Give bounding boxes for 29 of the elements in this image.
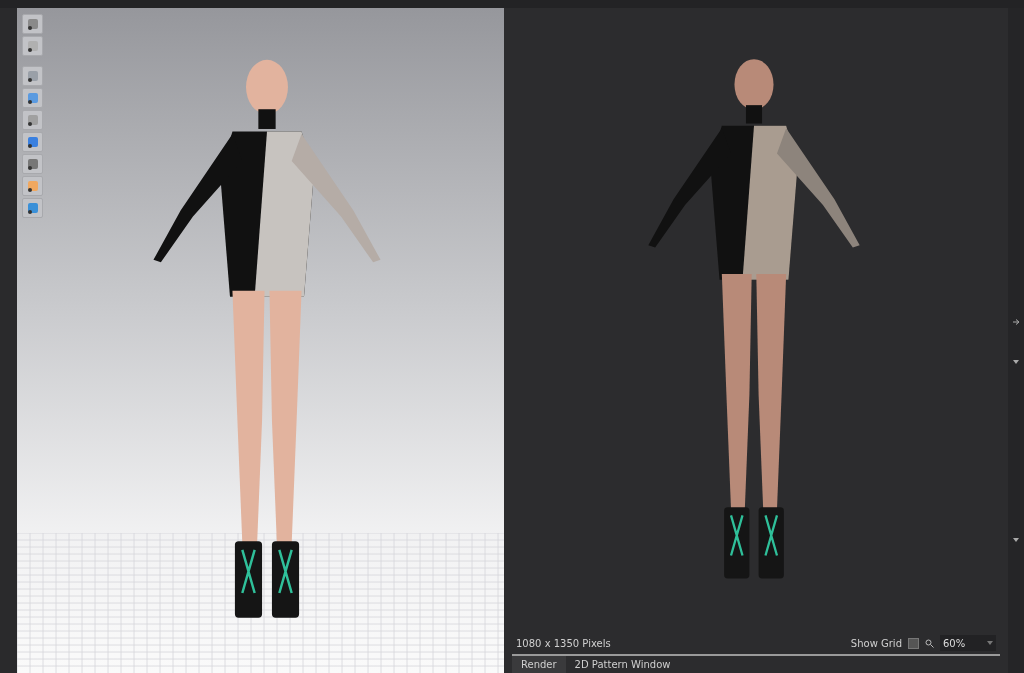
tab[interactable]: Render bbox=[512, 656, 566, 673]
tool-icon bbox=[25, 91, 40, 105]
tool-button[interactable] bbox=[22, 14, 43, 34]
tool-button[interactable] bbox=[22, 176, 43, 196]
caret-icon bbox=[987, 641, 993, 645]
caret-icon[interactable] bbox=[1013, 538, 1019, 542]
show-grid-label: Show Grid bbox=[850, 637, 902, 649]
tool-button[interactable] bbox=[22, 154, 43, 174]
tool-icon bbox=[25, 17, 40, 31]
image-size-text: 1080 x 1350 Pixels bbox=[516, 637, 612, 649]
tool-button[interactable] bbox=[22, 132, 43, 152]
tool-icon bbox=[25, 179, 40, 193]
zoom-field[interactable]: 60% bbox=[940, 635, 996, 651]
tool-icon bbox=[25, 135, 40, 149]
tool-icon bbox=[25, 69, 40, 83]
tool-icon bbox=[25, 113, 40, 127]
search-icon bbox=[925, 638, 934, 648]
arrow-icon[interactable] bbox=[1013, 319, 1021, 325]
tab[interactable]: 2D Pattern Window bbox=[565, 656, 680, 673]
tool-button[interactable] bbox=[22, 110, 43, 130]
tool-button[interactable] bbox=[22, 198, 43, 218]
tool-icon bbox=[25, 39, 40, 53]
tool-button[interactable] bbox=[22, 36, 43, 56]
tool-button[interactable] bbox=[22, 88, 43, 108]
caret-icon[interactable] bbox=[1013, 360, 1019, 364]
tool-icon bbox=[25, 201, 40, 215]
tool-button[interactable] bbox=[22, 66, 43, 86]
show-grid-checkbox[interactable] bbox=[908, 637, 919, 649]
tool-icon bbox=[25, 157, 40, 171]
